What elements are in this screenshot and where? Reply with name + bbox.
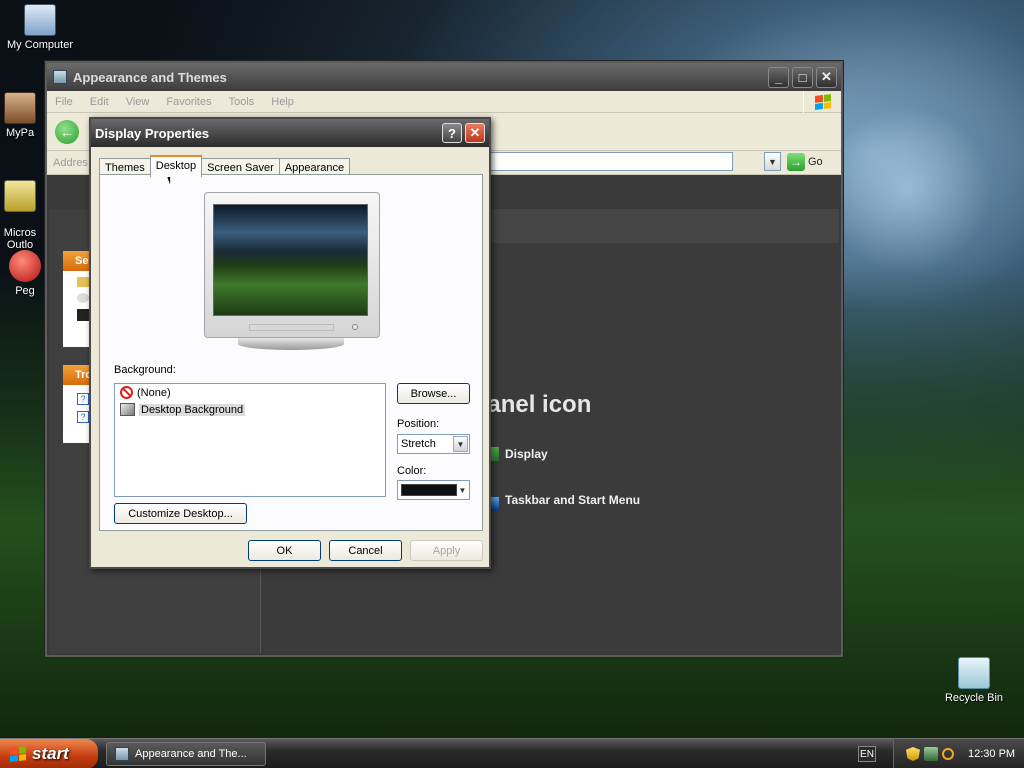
close-button[interactable]: ✕	[816, 66, 837, 88]
chevron-down-icon[interactable]: ▼	[457, 482, 468, 498]
color-picker[interactable]: ▼	[397, 480, 470, 500]
explorer-titlebar[interactable]: Appearance and Themes _ □ ✕	[47, 63, 841, 91]
security-shield-icon[interactable]	[906, 747, 920, 761]
display-link-label: Display	[505, 447, 548, 461]
list-item-label: Desktop Background	[139, 403, 246, 416]
position-select[interactable]: Stretch ▼	[397, 434, 470, 454]
menu-help[interactable]: Help	[271, 96, 294, 108]
wallpaper-preview	[213, 204, 368, 316]
menu-edit[interactable]: Edit	[90, 96, 109, 108]
help-icon: ?	[77, 411, 89, 423]
help-icon: ?	[77, 393, 89, 405]
ok-button[interactable]: OK	[248, 540, 321, 561]
monitor-stand	[238, 338, 344, 350]
go-button[interactable]: → Go	[787, 152, 823, 172]
maximize-button[interactable]: □	[792, 66, 813, 88]
taskbar-item-label: Appearance and The...	[135, 748, 247, 760]
desktop-icon-label: Peg	[15, 285, 35, 297]
font-icon	[77, 293, 89, 303]
none-icon	[120, 386, 133, 399]
network-icon[interactable]	[924, 747, 938, 761]
windows-logo-icon	[803, 90, 841, 113]
customize-desktop-button[interactable]: Customize Desktop...	[114, 503, 247, 524]
explorer-title: Appearance and Themes	[73, 69, 227, 85]
tab-desktop[interactable]: Desktop	[149, 155, 203, 177]
windows-logo-icon	[10, 746, 26, 762]
menu-bar: File Edit View Favorites Tools Help	[47, 90, 841, 113]
desktop-tab-panel: Background: (None) Desktop Background Br…	[99, 174, 483, 531]
recycle-bin-icon	[958, 657, 990, 689]
taskbar-item-appearance[interactable]: Appearance and The...	[106, 742, 266, 766]
address-label: Addres	[53, 156, 88, 169]
menu-file[interactable]: File	[55, 96, 73, 108]
desktop-icon-mypa[interactable]: MyPa	[0, 92, 50, 139]
menu-tools[interactable]: Tools	[229, 96, 255, 108]
desktop-icon-label: Micros Outlo	[3, 227, 37, 251]
display-link[interactable]: Display	[489, 447, 548, 461]
computer-icon	[24, 4, 56, 36]
power-led-icon	[352, 324, 358, 330]
color-label: Color:	[397, 465, 427, 477]
pictures-icon	[4, 92, 36, 124]
background-label: Background:	[114, 364, 176, 376]
apply-button[interactable]: Apply	[410, 540, 483, 561]
mouse-pointer-icon	[77, 309, 89, 321]
outlook-icon	[4, 180, 36, 212]
dialog-titlebar[interactable]: Display Properties ? ✕	[91, 119, 489, 147]
desktop-icon-recycle-bin[interactable]: Recycle Bin	[934, 657, 1014, 704]
dialog-title: Display Properties	[95, 125, 210, 141]
color-swatch	[401, 484, 457, 496]
monitor-preview	[204, 192, 380, 350]
wallpaper-cloud	[820, 60, 1024, 320]
desktop-icon-label: My Computer	[6, 39, 74, 51]
taskbar-start-menu-link[interactable]: Taskbar and Start Menu	[489, 493, 641, 511]
display-properties-dialog: Display Properties ? ✕ Themes Desktop Sc…	[89, 117, 491, 569]
go-arrow-icon: →	[787, 153, 805, 171]
browse-button[interactable]: Browse...	[397, 383, 470, 404]
desktop-icon-my-computer[interactable]: My Computer	[0, 4, 80, 51]
peg-icon	[9, 250, 41, 282]
menu-favorites[interactable]: Favorites	[166, 96, 211, 108]
start-label: start	[32, 744, 69, 763]
menu-view[interactable]: View	[126, 96, 150, 108]
monitor-slot	[249, 324, 334, 331]
clock[interactable]: 12:30 PM	[968, 748, 1015, 760]
position-value: Stretch	[401, 438, 436, 450]
list-item[interactable]: Desktop Background	[115, 401, 385, 418]
list-item-label: (None)	[137, 386, 171, 399]
control-panel-icon	[53, 70, 67, 84]
minimize-button[interactable]: _	[768, 66, 789, 88]
language-indicator[interactable]: EN	[858, 746, 876, 762]
go-label: Go	[808, 156, 823, 168]
position-label: Position:	[397, 418, 440, 430]
help-button[interactable]: ?	[442, 123, 462, 143]
folder-icon	[77, 277, 89, 287]
search-icon[interactable]	[942, 748, 954, 760]
taskbar-link-label: Taskbar and Start Menu	[505, 493, 641, 507]
chevron-down-icon[interactable]: ▼	[453, 436, 468, 452]
address-dropdown-button[interactable]: ▼	[764, 152, 781, 171]
close-button[interactable]: ✕	[465, 123, 485, 143]
desktop-icon-label: Recycle Bin	[944, 692, 1004, 704]
control-panel-icon	[115, 747, 129, 761]
wallpaper-icon	[120, 403, 135, 416]
background-list[interactable]: (None) Desktop Background	[114, 383, 386, 497]
system-tray: 12:30 PM	[893, 739, 1024, 768]
desktop-icon-outlook[interactable]: Micros Outlo	[0, 168, 50, 251]
list-item[interactable]: (None)	[115, 384, 385, 401]
back-arrow-icon[interactable]: ←	[55, 119, 79, 144]
start-button[interactable]: start	[0, 739, 98, 768]
desktop-icon-label: MyPa	[5, 127, 35, 139]
cancel-button[interactable]: Cancel	[329, 540, 402, 561]
taskbar: start Appearance and The... EN 12:30 PM	[0, 738, 1024, 768]
